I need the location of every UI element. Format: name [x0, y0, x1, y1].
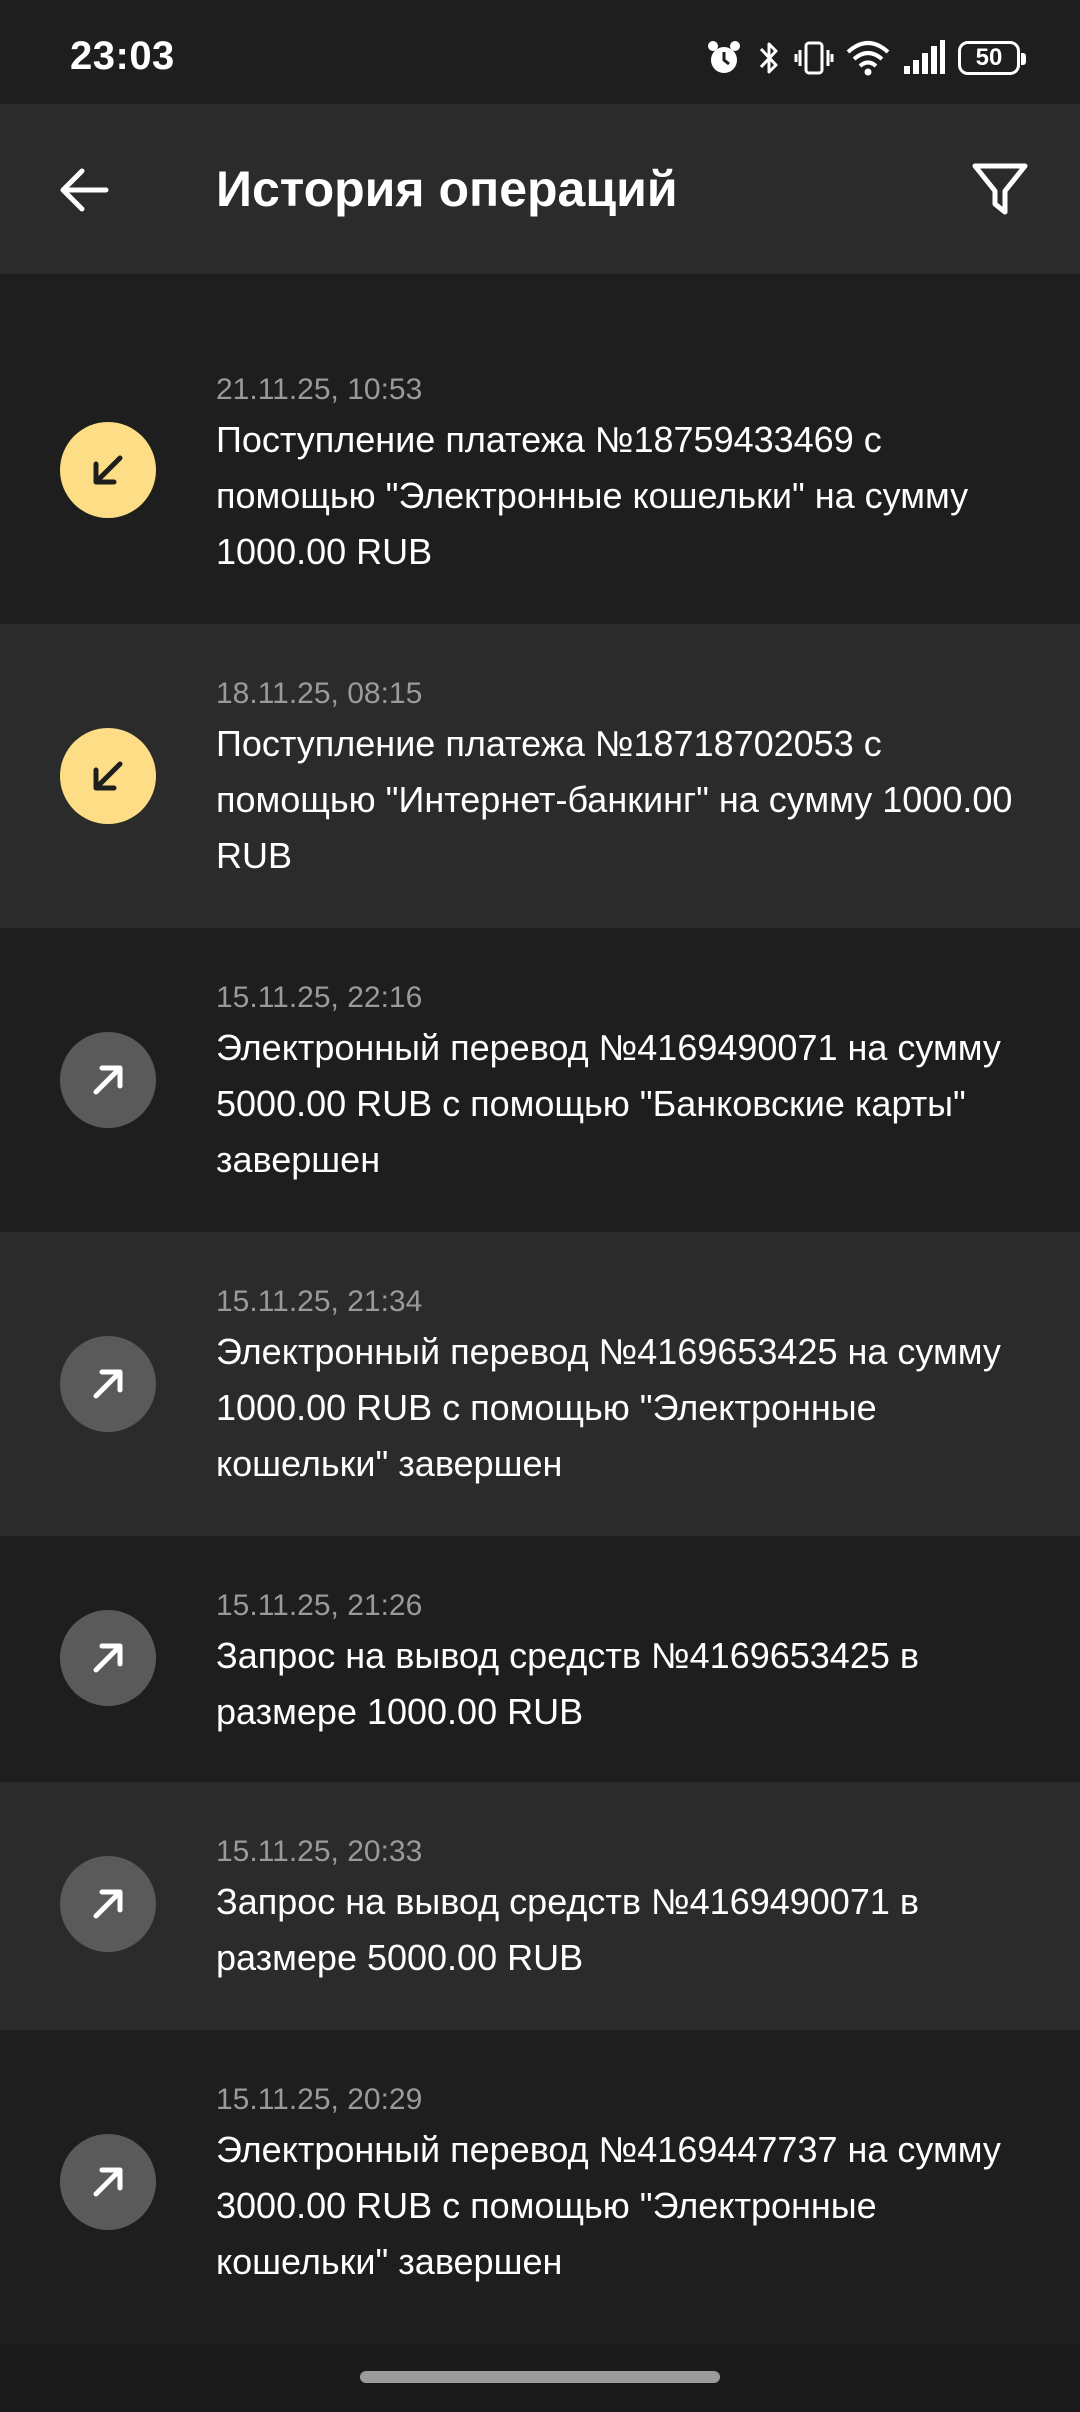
operation-date: 15.11.25, 22:16	[216, 981, 423, 1014]
alarm-icon	[704, 38, 744, 78]
battery-icon: 50	[958, 41, 1026, 75]
operation-date: 21.11.25, 10:53	[216, 373, 423, 406]
operation-description: Поступление платежа №18759433469 с помощ…	[216, 419, 969, 572]
back-button[interactable]	[44, 152, 124, 232]
arrow-left-icon	[56, 162, 112, 223]
signal-icon	[902, 38, 946, 78]
operation-description: Запрос на вывод средств №4169653425 в ра…	[216, 1635, 920, 1732]
app-bar: История операций	[0, 104, 1080, 274]
arrow-up-right-icon	[60, 1856, 156, 1952]
operation-description: Запрос на вывод средств №4169490071 в ра…	[216, 1881, 920, 1978]
arrow-up-right-icon	[60, 1336, 156, 1432]
operations-list: 21.11.25, 10:53 Поступление платежа №187…	[0, 274, 1080, 2342]
operation-description: Электронный перевод №4169447737 на сумму…	[216, 2129, 1001, 2282]
arrow-down-left-icon	[60, 422, 156, 518]
arrow-up-right-icon	[60, 2134, 156, 2230]
operation-description: Электронный перевод №4169653425 на сумму…	[216, 1331, 1001, 1484]
status-bar: 23:03 50	[0, 0, 1080, 104]
operation-description: Электронный перевод №4169490071 на сумму…	[216, 1027, 1001, 1180]
arrow-up-right-icon	[60, 1610, 156, 1706]
filter-button[interactable]	[960, 152, 1040, 232]
list-item[interactable]: 15.11.25, 21:34 Электронный перевод №416…	[0, 1232, 1080, 1536]
operation-date: 15.11.25, 21:34	[216, 1285, 423, 1318]
operation-date: 15.11.25, 20:33	[216, 1835, 423, 1868]
status-time: 23:03	[70, 34, 175, 78]
wifi-icon	[846, 38, 890, 78]
list-item[interactable]: 15.11.25, 22:16 Электронный перевод №416…	[0, 928, 1080, 1232]
list-item[interactable]: 15.11.25, 20:29 Электронный перевод №416…	[0, 2030, 1080, 2342]
list-item[interactable]: 21.11.25, 10:53 Поступление платежа №187…	[0, 274, 1080, 624]
home-indicator[interactable]	[360, 2371, 720, 2383]
bluetooth-icon	[756, 38, 782, 78]
operation-date: 15.11.25, 21:26	[216, 1589, 423, 1622]
operation-date: 18.11.25, 08:15	[216, 677, 423, 710]
status-icons: 50	[704, 36, 1026, 80]
arrow-down-left-icon	[60, 728, 156, 824]
arrow-up-right-icon	[60, 1032, 156, 1128]
filter-icon	[970, 160, 1030, 225]
list-item[interactable]: 15.11.25, 21:26 Запрос на вывод средств …	[0, 1536, 1080, 1782]
list-item[interactable]: 18.11.25, 08:15 Поступление платежа №187…	[0, 624, 1080, 928]
operation-description: Поступление платежа №18718702053 с помощ…	[216, 723, 1013, 876]
list-item[interactable]: 15.11.25, 20:33 Запрос на вывод средств …	[0, 1782, 1080, 2030]
page-title: История операций	[216, 161, 678, 217]
operation-date: 15.11.25, 20:29	[216, 2083, 423, 2116]
vibrate-icon	[794, 38, 834, 78]
